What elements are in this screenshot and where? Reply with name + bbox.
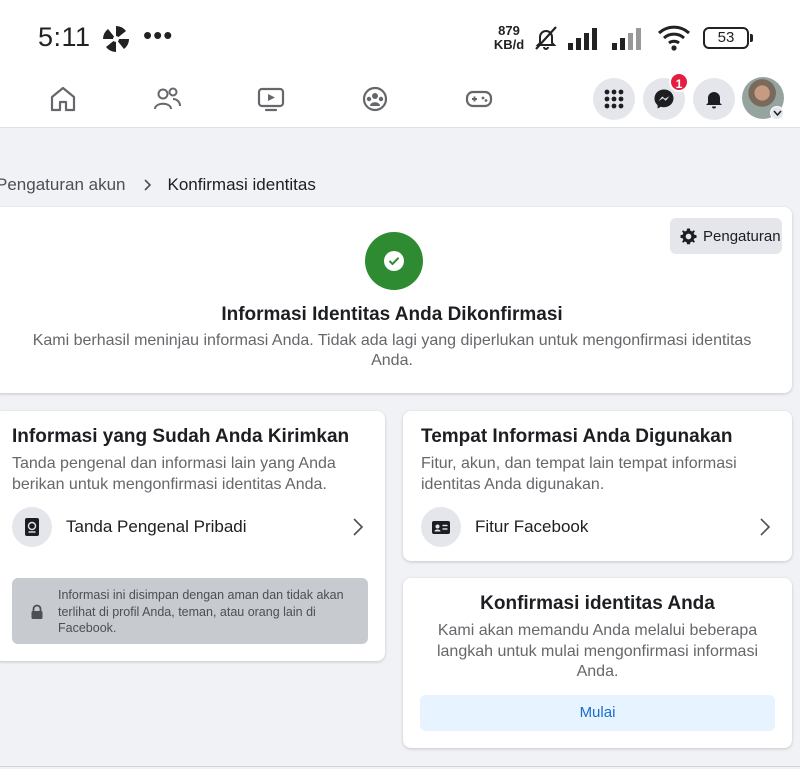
confirmed-title: Informasi Identitas Anda Dikonfirmasi [221,304,563,325]
notifications-button[interactable] [693,78,735,120]
confirm-identity-description: Kami akan memandu Anda melalui beberapa … [436,622,759,680]
home-icon[interactable] [48,84,78,114]
more-notifications-icon: ••• [143,20,174,50]
wifi-icon [657,25,691,51]
friends-icon[interactable] [152,84,182,114]
submitted-info-title: Informasi yang Sudah Anda Kirimkan [12,426,350,447]
groups-icon[interactable] [360,84,390,114]
status-bar: 5:11 ••• 879 KB/d 53 [0,0,800,72]
bell-muted-icon [535,26,557,50]
gaming-icon[interactable] [464,84,494,114]
messenger-icon [654,89,674,109]
chevron-right-icon [353,518,364,536]
confirm-identity-card: Konfirmasi identitas Anda Kami akan mema… [403,578,792,748]
personal-id-label: Tanda Pengenal Pribadi [66,517,247,536]
facebook-features-row[interactable]: Fitur Facebook [421,507,780,547]
personal-id-row[interactable]: Tanda Pengenal Pribadi [12,507,373,547]
app-nav-bar: 1 [0,72,800,128]
menu-button[interactable] [593,78,635,120]
passport-icon [25,518,39,536]
video-icon[interactable] [256,84,286,114]
gear-icon [680,227,697,244]
grid-menu-icon [604,89,624,109]
breadcrumb-current: Konfirmasi identitas [167,175,316,194]
success-check-icon [365,232,423,290]
account-menu-chevron[interactable] [770,106,784,120]
messenger-badge: 1 [669,72,689,92]
start-button[interactable]: Mulai [420,695,775,731]
signal-strength-icon [612,28,641,50]
network-speed: 879 KB/d [493,23,525,52]
info-usage-title: Tempat Informasi Anda Digunakan [421,426,733,447]
checkmark-icon [388,257,400,266]
signal-strength-icon [568,28,597,50]
settings-button[interactable]: Pengaturan [670,218,782,254]
submitted-info-description: Tanda pengenal dan informasi lain yang A… [12,455,336,493]
breadcrumb: Pengaturan akun Konfirmasi identitas [0,174,316,196]
info-usage-card: Tempat Informasi Anda Digunakan Fitur, a… [403,411,792,561]
info-usage-description: Fitur, akun, dan tempat lain tempat info… [421,455,737,493]
battery-indicator: 53 [703,27,753,49]
chevron-right-icon [143,179,151,191]
status-time: 5:11 [38,22,91,52]
submitted-info-card: Informasi yang Sudah Anda Kirimkan Tanda… [0,411,385,661]
confirm-identity-title: Konfirmasi identitas Anda [480,593,715,614]
facebook-features-label: Fitur Facebook [475,517,589,536]
divider [0,766,800,767]
identity-confirmed-card: Pengaturan Informasi Identitas Anda Diko… [0,207,792,393]
lock-icon [31,604,43,619]
bell-icon [706,92,722,109]
confirmed-description: Kami berhasil meninjau informasi Anda. T… [32,332,752,369]
breadcrumb-parent-link[interactable]: Pengaturan akun [0,175,126,195]
privacy-note: Informasi ini disimpan dengan aman dan t… [12,578,368,644]
settings-button-label: Pengaturan [703,227,781,245]
pinwheel-icon [103,26,129,52]
chevron-right-icon [760,518,771,536]
chevron-down-icon [773,110,782,117]
privacy-note-text: Informasi ini disimpan dengan aman dan t… [58,588,344,635]
id-card-icon [432,521,450,534]
